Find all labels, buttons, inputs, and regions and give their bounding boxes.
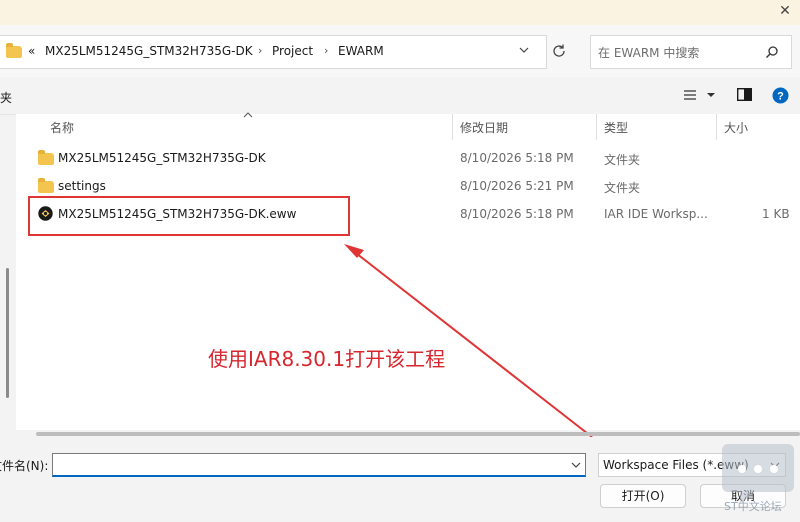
dialog-footer [0,437,800,522]
folder-icon [38,178,54,193]
watermark-text: ST中文论坛 [724,500,782,513]
horizontal-scrollbar[interactable] [36,432,800,436]
breadcrumb-item-root[interactable]: MX25LM51245G_STM32H735G-DK [45,44,253,58]
folder-icon [6,43,22,58]
refresh-icon[interactable] [551,43,567,59]
view-list-icon[interactable] [683,89,697,101]
search-icon[interactable] [765,45,779,59]
file-name: settings [58,179,106,193]
open-button[interactable]: 打开(O) [600,484,686,508]
file-name: MX25LM51245G_STM32H735G-DK [58,151,266,165]
help-icon[interactable]: ? [772,87,789,104]
caret-down-icon[interactable] [706,92,716,98]
file-size: 1 KB [762,207,790,221]
filename-label: 文件名(N): [0,459,49,473]
svg-text:?: ? [777,91,784,103]
file-date: 8/10/2026 5:18 PM [460,151,574,165]
file-row[interactable] [30,176,800,198]
file-date: 8/10/2026 5:18 PM [460,207,574,221]
column-divider[interactable] [596,114,597,140]
search-input[interactable]: 在 EWARM 中搜索 [598,44,699,61]
file-date: 8/10/2026 5:21 PM [460,179,574,193]
breadcrumb-item-ewarm[interactable]: EWARM [338,44,384,58]
folder-icon [38,150,54,165]
vertical-scrollbar[interactable] [6,268,9,398]
annotation-text: 使用IAR8.30.1打开该工程 [208,347,446,371]
filename-input[interactable] [52,453,586,477]
column-header-date[interactable]: 修改日期 [460,119,508,136]
column-header-size[interactable]: 大小 [724,119,748,136]
chevron-right-icon: › [258,44,263,57]
breadcrumb-overflow[interactable]: « [28,44,35,58]
highlight-box [28,196,350,236]
title-bar [0,0,800,25]
breadcrumb-item-project[interactable]: Project [272,44,313,58]
new-folder-label-fragment[interactable]: 夹 [0,89,12,106]
chevron-down-icon[interactable] [571,462,581,468]
column-header-name[interactable]: 名称 [50,119,74,136]
file-type: 文件夹 [604,153,641,167]
column-header-type[interactable]: 类型 [604,119,628,136]
file-type: 文件夹 [604,181,641,195]
command-bar [0,78,800,115]
preview-pane-icon[interactable] [737,88,752,101]
column-divider[interactable] [716,114,717,140]
column-divider[interactable] [452,114,453,140]
file-type: IAR IDE Worksp... [604,207,708,221]
chevron-down-icon[interactable] [518,45,530,55]
close-icon[interactable]: ✕ [772,1,798,21]
chevron-right-icon: › [324,44,329,57]
sort-ascending-icon [243,112,253,118]
